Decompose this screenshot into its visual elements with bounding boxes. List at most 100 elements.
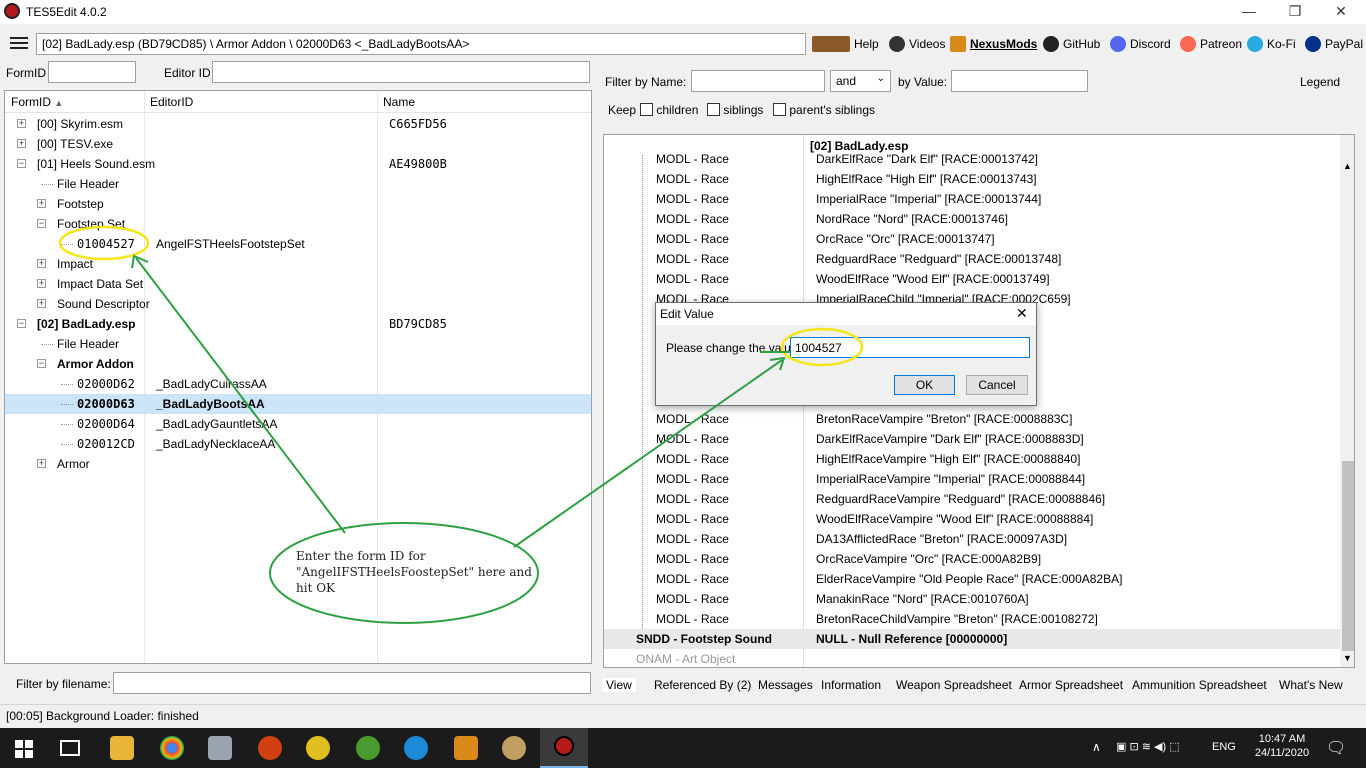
edge-icon[interactable] (404, 736, 428, 760)
tree-row[interactable]: + Impact Data Set (5, 274, 591, 294)
view-row[interactable]: ONAM - Art Object (604, 649, 1340, 667)
view-row[interactable]: MODL - Race NordRace "Nord" [RACE:0001374… (604, 209, 1340, 229)
filter-by-value-input[interactable] (951, 70, 1088, 92)
view-row[interactable]: MODL - Race DA13AfflictedRace "Breton" [R… (604, 529, 1340, 549)
view-row[interactable]: MODL - Race HighElfRace "High Elf" [RACE:… (604, 169, 1340, 189)
view-row[interactable]: SNDD - Footstep Sound NULL - Null Referen… (604, 629, 1340, 649)
view-row[interactable]: MODL - Race BretonRaceChildVampire "Breto… (604, 609, 1340, 629)
view-row[interactable]: MODL - Race DarkElfRace "Dark Elf" [RACE:… (604, 149, 1340, 169)
clock[interactable]: 10:47 AM 24/11/2020 (1252, 733, 1312, 759)
keep-siblings-checkbox[interactable]: siblings (707, 103, 763, 117)
tree-row[interactable]: 02000D64 _BadLadyGauntletsAA (5, 414, 591, 434)
windows-start-icon[interactable] (15, 740, 33, 758)
view-row[interactable]: MODL - Race ImperialRaceVampire "Imperial… (604, 469, 1340, 489)
expand-icon[interactable]: + (37, 259, 46, 268)
tab-weapon-spreadsheet[interactable]: Weapon Spreadsheet (896, 678, 1012, 692)
view-row[interactable]: MODL - Race OrcRaceVampire "Orc" [RACE:00… (604, 549, 1340, 569)
tree-row[interactable]: File Header (5, 334, 591, 354)
tab-referenced-by-2[interactable]: Referenced By (2) (654, 678, 751, 692)
nexusmods-link[interactable]: NexusMods (950, 36, 1037, 52)
collapse-icon[interactable]: − (37, 219, 46, 228)
collapse-icon[interactable]: − (17, 159, 26, 168)
tab-messages[interactable]: Messages (758, 678, 813, 692)
view-row[interactable]: MODL - Race DarkElfRaceVampire "Dark Elf"… (604, 429, 1340, 449)
tree-row[interactable]: + Sound Descriptor (5, 294, 591, 314)
tree-row[interactable]: − Footstep Set (5, 214, 591, 234)
file-explorer-icon[interactable] (110, 736, 134, 760)
tree-row[interactable]: 02000D62 _BadLadyCuirassAA (5, 374, 591, 394)
app-icon[interactable] (454, 736, 478, 760)
tree-row[interactable]: + Footstep (5, 194, 591, 214)
chrome-icon[interactable] (160, 736, 184, 760)
view-scrollbar[interactable]: ▲ ▼ (1340, 135, 1354, 667)
expand-icon[interactable]: + (37, 299, 46, 308)
keep-children-checkbox[interactable]: children (640, 103, 698, 117)
cancel-button[interactable]: Cancel (966, 375, 1028, 395)
app-icon[interactable] (306, 736, 330, 760)
column-name[interactable]: Name (383, 95, 415, 109)
tab-view[interactable]: View (602, 678, 636, 692)
legend-button[interactable]: Legend (1300, 75, 1340, 89)
filter-operator-select[interactable]: and ⌄ (830, 70, 891, 92)
expand-icon[interactable]: + (37, 459, 46, 468)
help-link[interactable]: Help (812, 36, 879, 52)
view-row[interactable]: MODL - Race WoodElfRace "Wood Elf" [RACE:… (604, 269, 1340, 289)
patreon-link[interactable]: Patreon (1180, 36, 1242, 52)
expand-icon[interactable]: + (17, 119, 26, 128)
tab-armor-spreadsheet[interactable]: Armor Spreadsheet (1019, 678, 1123, 692)
kofi-link[interactable]: Ko-Fi (1247, 36, 1296, 52)
column-formid[interactable]: FormID ▲ (11, 95, 63, 109)
tree-row[interactable]: − [02] BadLady.esp BD79CD85 (5, 314, 591, 334)
editorid-input[interactable] (212, 61, 590, 83)
view-row[interactable]: MODL - Race ElderRaceVampire "Old People … (604, 569, 1340, 589)
menu-icon[interactable] (10, 37, 28, 49)
videos-link[interactable]: Videos (889, 36, 945, 52)
github-link[interactable]: GitHub (1043, 36, 1100, 52)
discord-link[interactable]: Discord (1110, 36, 1171, 52)
restore-button[interactable]: ❐ (1272, 0, 1318, 24)
tree-row[interactable]: File Header (5, 174, 591, 194)
collapse-icon[interactable]: − (17, 319, 26, 328)
close-button[interactable]: ✕ (1318, 0, 1364, 24)
tree-row[interactable]: 020012CD _BadLadyNecklaceAA (5, 434, 591, 454)
tree-row[interactable]: + [00] Skyrim.esm C665FD56 (5, 114, 591, 134)
app-icon[interactable] (258, 736, 282, 760)
record-path-field[interactable]: [02] BadLady.esp (BD79CD85) \ Armor Addo… (36, 33, 806, 55)
view-row[interactable]: MODL - Race OrcRace "Orc" [RACE:00013747] (604, 229, 1340, 249)
tree-row[interactable]: + [00] TESV.exe (5, 134, 591, 154)
input-language[interactable]: ENG (1212, 741, 1236, 753)
tree-row[interactable]: − Armor Addon (5, 354, 591, 374)
dialog-close-icon[interactable]: ✕ (1016, 305, 1028, 322)
collapse-icon[interactable]: − (37, 359, 46, 368)
expand-icon[interactable]: + (17, 139, 26, 148)
view-row[interactable]: MODL - Race RedguardRace "Redguard" [RACE… (604, 249, 1340, 269)
formid-input[interactable] (48, 61, 136, 83)
scrollbar-thumb[interactable] (1342, 461, 1354, 651)
tree-row[interactable]: − [01] Heels Sound.esm AE49800B (5, 154, 591, 174)
view-row[interactable]: MODL - Race ImperialRace "Imperial" [RACE… (604, 189, 1340, 209)
view-row[interactable]: MODL - Race BretonRaceVampire "Breton" [R… (604, 409, 1340, 429)
tray-icons[interactable]: ▣ ⊡ ≋ ◀) ⬚ (1116, 740, 1180, 753)
tree-row[interactable]: 01004527 AngelFSTHeelsFootstepSet (5, 234, 591, 254)
column-editorid[interactable]: EditorID (150, 95, 193, 109)
scroll-down-icon[interactable]: ▼ (1343, 653, 1352, 663)
view-row[interactable]: MODL - Race RedguardRaceVampire "Redguard… (604, 489, 1340, 509)
tray-chevron-icon[interactable]: ∧ (1092, 740, 1101, 754)
expand-icon[interactable]: + (37, 279, 46, 288)
view-row[interactable]: MODL - Race HighElfRaceVampire "High Elf"… (604, 449, 1340, 469)
paint-icon[interactable] (502, 736, 526, 760)
app-icon[interactable] (208, 736, 232, 760)
view-row[interactable]: MODL - Race WoodElfRaceVampire "Wood Elf"… (604, 509, 1340, 529)
value-input[interactable]: 1004527 (790, 337, 1030, 358)
paypal-link[interactable]: PayPal (1305, 36, 1363, 52)
ok-button[interactable]: OK (894, 375, 955, 395)
filter-by-name-input[interactable] (691, 70, 825, 92)
tree-row[interactable]: 02000D63 _BadLadyBootsAA (5, 394, 591, 414)
app-icon[interactable] (356, 736, 380, 760)
filename-filter-input[interactable] (113, 672, 591, 694)
minimize-button[interactable]: — (1226, 0, 1272, 24)
tree-row[interactable]: + Impact (5, 254, 591, 274)
tab-information[interactable]: Information (821, 678, 881, 692)
notifications-icon[interactable]: 🗨 (1326, 738, 1346, 758)
expand-icon[interactable]: + (37, 199, 46, 208)
